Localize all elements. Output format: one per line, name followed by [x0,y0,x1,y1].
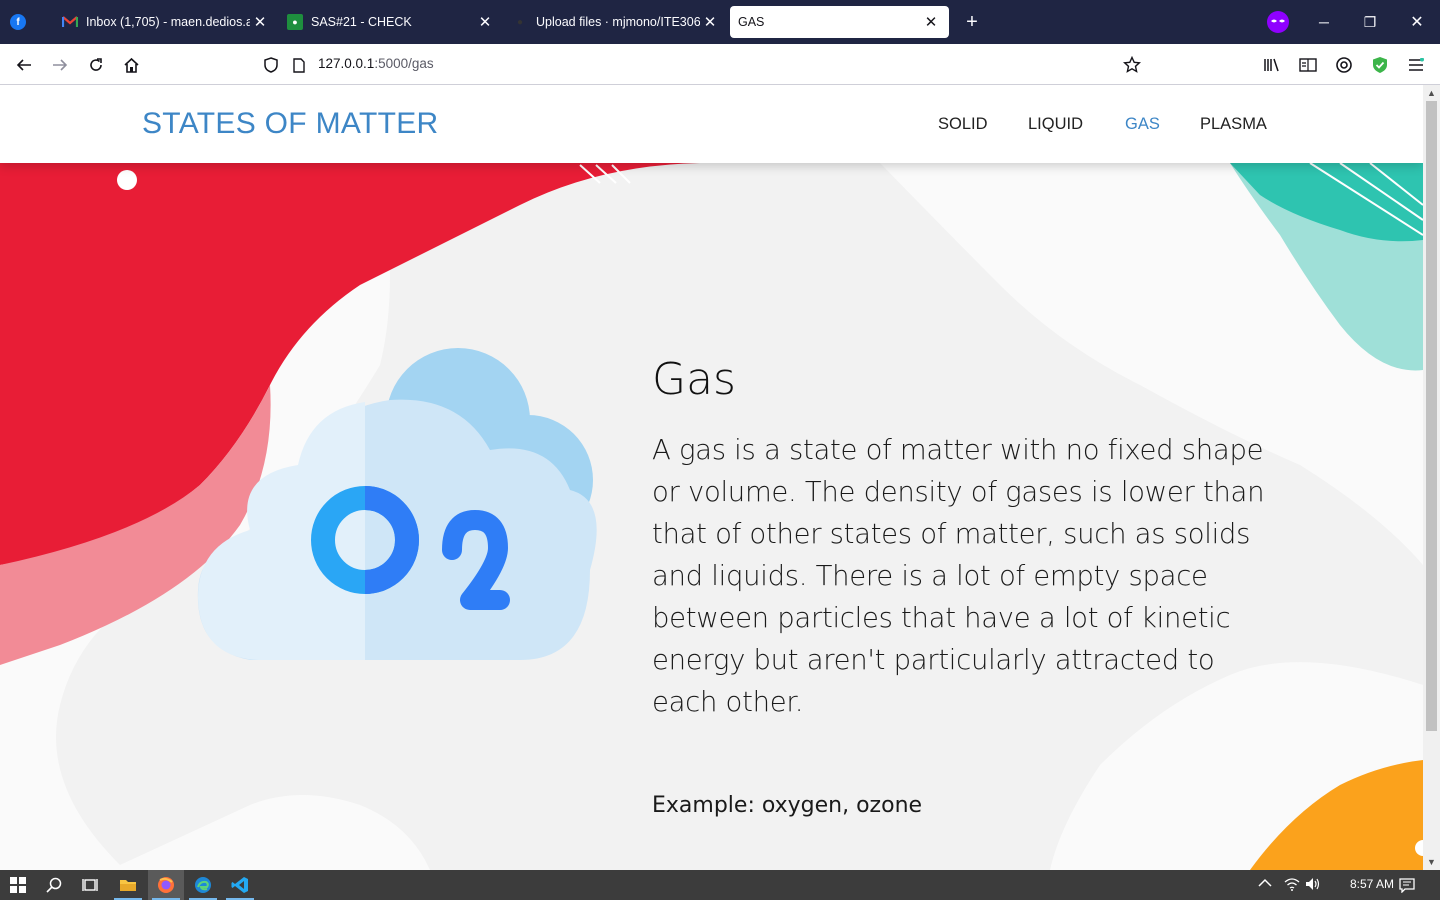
edge-icon[interactable] [185,870,221,900]
url-host: 127.0.0.1 [318,56,375,71]
back-icon[interactable] [11,52,37,78]
task-view-icon[interactable] [72,870,108,900]
search-icon[interactable] [36,870,72,900]
windows-start-icon[interactable] [0,870,36,900]
tray-chevron-up-icon[interactable] [1258,877,1272,891]
page-title: Gas [652,354,736,405]
github-icon: ● [516,16,524,28]
restore-icon[interactable]: ❐ [1347,0,1393,44]
tab-inbox[interactable]: Inbox (1,705) - maen.dedios.auf ✕ [62,0,270,44]
tab-title: SAS#21 - CHECK [311,15,412,29]
nav-liquid[interactable]: LIQUID [1028,115,1083,134]
classroom-icon: ● [287,14,303,30]
gas-content: Gas A gas is a state of matter with no f… [652,353,1272,821]
nav-solid[interactable]: SOLID [938,115,988,134]
url-bar[interactable]: 127.0.0.1:5000/gas [318,56,434,71]
o2-cloud-image: O2 [190,340,597,660]
taskbar-clock[interactable]: 8:57 AM [1350,877,1394,891]
browser-tab-strip: f Inbox (1,705) - maen.dedios.auf ✕ ● SA… [0,0,1440,44]
menu-icon[interactable] [1403,52,1429,78]
tab-sas21[interactable]: ● SAS#21 - CHECK ✕ [287,0,495,44]
notifications-icon[interactable] [1390,870,1424,900]
reload-icon[interactable] [83,52,109,78]
close-tab-icon[interactable]: ✕ [700,13,720,31]
tab-title: Inbox (1,705) - maen.dedios.auf [86,15,250,29]
tab-title: Upload files · mjmono/ITE306-S [536,15,700,29]
nav-plasma[interactable]: PLASMA [1200,115,1267,134]
network-icon[interactable] [1284,877,1300,894]
page-scrollbar[interactable]: ▲ ▼ [1423,85,1440,870]
facebook-pinned-tab[interactable]: f [10,0,32,44]
o2-label: O2 [190,340,192,341]
facebook-icon: f [10,14,26,30]
nav-gas[interactable]: GAS [1125,115,1160,134]
volume-icon[interactable] [1305,877,1321,894]
forward-icon[interactable] [47,52,73,78]
gmail-icon [62,14,78,30]
bookmark-star-icon[interactable] [1119,52,1145,78]
close-tab-icon[interactable]: ✕ [921,13,941,31]
tab-upload-files[interactable]: ● Upload files · mjmono/ITE306-S ✕ [512,0,720,44]
scroll-thumb[interactable] [1426,101,1437,731]
tracking-shield-icon[interactable] [258,52,284,78]
close-tab-icon[interactable]: ✕ [475,13,495,31]
vscode-icon[interactable] [222,870,258,900]
page-viewport: STATES OF MATTER SOLID LIQUID GAS PLASMA… [0,85,1423,870]
gas-example: Example: oxygen, ozone [652,793,923,818]
gas-description: A gas is a state of matter with no fixed… [652,434,1265,718]
reader-view-icon[interactable] [1295,52,1321,78]
sync-icon[interactable] [1331,52,1357,78]
library-icon[interactable] [1259,52,1285,78]
file-explorer-icon[interactable] [110,870,146,900]
tab-title: GAS [738,15,765,29]
close-tab-icon[interactable]: ✕ [250,13,270,31]
close-window-icon[interactable]: ✕ [1394,0,1440,44]
scroll-down-arrow-icon[interactable]: ▼ [1423,854,1440,870]
private-browsing-icon [1255,0,1301,44]
url-path: :5000/gas [374,56,434,71]
minimize-icon[interactable]: ─ [1301,0,1347,44]
new-tab-button[interactable]: + [960,0,984,44]
firefox-icon[interactable] [148,870,184,900]
site-navbar: STATES OF MATTER SOLID LIQUID GAS PLASMA [0,85,1423,163]
home-icon[interactable] [118,52,144,78]
scroll-up-arrow-icon[interactable]: ▲ [1423,85,1440,101]
vpn-shield-icon[interactable] [1367,52,1393,78]
tab-gas[interactable]: GAS ✕ [730,6,949,38]
page-info-icon[interactable] [286,52,312,78]
browser-toolbar: 127.0.0.1:5000/gas [0,44,1440,85]
windows-taskbar: 8:57 AM [0,870,1440,900]
site-brand[interactable]: STATES OF MATTER [142,107,438,141]
